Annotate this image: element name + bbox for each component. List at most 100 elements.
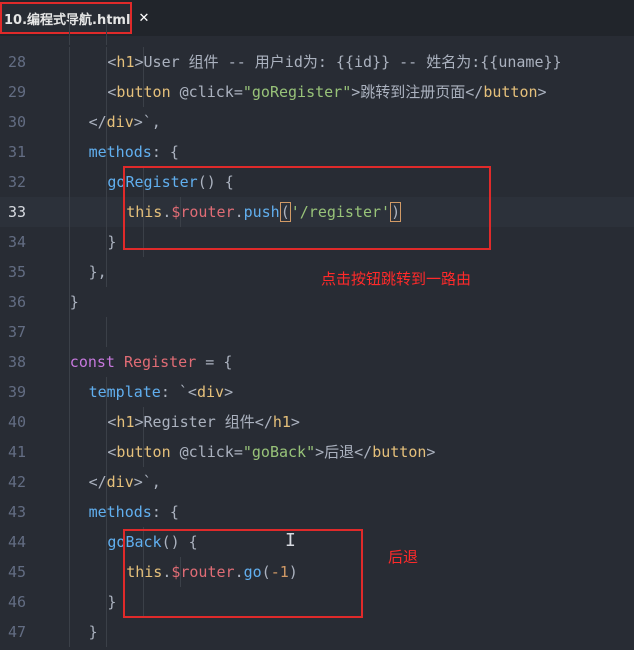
- code-token: }: [88, 623, 98, 641]
- code-token: h1: [116, 413, 135, 431]
- code-text: }: [107, 587, 116, 617]
- indent-guide: [69, 227, 70, 257]
- code-token: >User 组件 -- 用户id为: {{id}} -- 姓名为:{{uname…: [134, 53, 562, 71]
- line-number: 46: [7, 593, 26, 611]
- line-number: 34: [7, 233, 26, 251]
- code-token: button: [372, 443, 427, 461]
- indent-guide: [106, 317, 107, 347]
- code-line[interactable]: 43 methods: {: [0, 497, 634, 527]
- code-token: }: [107, 593, 117, 611]
- code-token: Register: [123, 353, 197, 371]
- code-text: methods: {: [89, 497, 179, 527]
- code-token: : `<: [160, 383, 197, 401]
- code-token: h1: [272, 413, 291, 431]
- code-token: "goRegister": [242, 83, 352, 101]
- code-token: button: [116, 443, 171, 461]
- code-token: </: [88, 473, 107, 491]
- code-line[interactable]: 47}: [0, 617, 634, 647]
- code-line-partial: [0, 15, 634, 45]
- code-line[interactable]: 39 template: `<div>: [0, 377, 634, 407]
- line-number: 45: [7, 563, 26, 581]
- indent-guide: [69, 617, 70, 647]
- line-number: 28: [7, 53, 26, 71]
- code-token: : {: [151, 143, 179, 161]
- code-token: template: [88, 383, 161, 401]
- code-token: const: [69, 353, 124, 371]
- code-token: },: [88, 263, 107, 281]
- indent-guide: [69, 587, 70, 617]
- indent-guide: [69, 317, 70, 347]
- line-number: 47: [7, 623, 26, 641]
- code-token: }: [69, 293, 79, 311]
- code-token: "goBack": [242, 443, 316, 461]
- code-line[interactable]: 31 methods: {: [0, 137, 634, 167]
- code-text: }: [89, 617, 98, 647]
- indent-guide: [106, 557, 107, 587]
- code-token: >: [426, 443, 436, 461]
- code-line[interactable]: 36}: [0, 287, 634, 317]
- indent-guide: [106, 617, 107, 647]
- indent-guide: [69, 197, 70, 227]
- code-token: </: [88, 113, 107, 131]
- code-text: <h1>Register 组件</h1>: [107, 407, 300, 437]
- code-text: </div>`,: [89, 467, 161, 497]
- code-token: >`,: [133, 473, 161, 491]
- line-number: 44: [7, 533, 26, 551]
- code-token: @click=: [170, 443, 243, 461]
- code-token: @click=: [170, 83, 243, 101]
- code-token: >后退</: [315, 443, 373, 461]
- code-text: </div>`,: [89, 107, 161, 137]
- text-cursor-icon: I: [285, 530, 296, 551]
- annotation-push-note: 点击按钮跳转到一路由: [321, 270, 472, 288]
- code-text: template: `<div>: [89, 377, 234, 407]
- code-token: >Register 组件</: [134, 413, 273, 431]
- code-text: <h1>User 组件 -- 用户id为: {{id}} -- 姓名为:{{un…: [107, 47, 561, 77]
- code-line[interactable]: 28 <h1>User 组件 -- 用户id为: {{id}} -- 姓名为:{{…: [0, 47, 634, 77]
- code-token: methods: [88, 143, 152, 161]
- indent-guide: [69, 527, 70, 557]
- indent-guide: [106, 197, 107, 227]
- indent-guide: [69, 47, 70, 77]
- highlight-box-push: [123, 166, 491, 250]
- code-token: methods: [88, 503, 152, 521]
- code-text: }: [107, 227, 116, 257]
- code-line[interactable]: 41 <button @click="goBack">后退</button>: [0, 437, 634, 467]
- line-number: 43: [7, 503, 26, 521]
- line-number: 42: [7, 473, 26, 491]
- line-number: 41: [7, 443, 26, 461]
- line-number: 30: [7, 113, 26, 131]
- line-number: 40: [7, 413, 26, 431]
- line-number: 37: [7, 323, 26, 341]
- code-line[interactable]: 38 const Register = {: [0, 347, 634, 377]
- indent-guide: [69, 257, 70, 287]
- code-line[interactable]: 30 </div>`,: [0, 107, 634, 137]
- code-line[interactable]: 37: [0, 317, 634, 347]
- code-text: },: [89, 257, 107, 287]
- code-token: }: [107, 233, 117, 251]
- annotation-back-note: 后退: [388, 548, 419, 566]
- code-text: methods: {: [89, 137, 179, 167]
- code-text: const Register = {: [70, 347, 233, 377]
- code-text: <button @click="goRegister">跳转到注册页面</but…: [107, 77, 546, 107]
- line-number: 29: [7, 83, 26, 101]
- line-number: 38: [7, 353, 26, 371]
- highlight-box-go: [123, 529, 363, 618]
- code-token: : {: [151, 503, 179, 521]
- code-token: div: [106, 113, 134, 131]
- code-line[interactable]: 42 </div>`,: [0, 467, 634, 497]
- indent-guide: [69, 557, 70, 587]
- indent-guide: [69, 497, 70, 527]
- code-token: div: [106, 473, 134, 491]
- line-number: 36: [7, 293, 26, 311]
- indent-guide: [69, 167, 70, 197]
- code-token: div: [196, 383, 225, 401]
- indent-guide: [69, 437, 70, 467]
- code-text: <button @click="goBack">后退</button>: [107, 437, 435, 467]
- code-editor[interactable]: 28 <h1>User 组件 -- 用户id为: {{id}} -- 姓名为:{{…: [0, 15, 634, 650]
- indent-guide: [69, 77, 70, 107]
- code-line[interactable]: 35},: [0, 257, 634, 287]
- code-token: >跳转到注册页面</: [351, 83, 484, 101]
- code-line[interactable]: 29 <button @click="goRegister">跳转到注册页面</b…: [0, 77, 634, 107]
- code-line[interactable]: 40 <h1>Register 组件</h1>: [0, 407, 634, 437]
- indent-guide: [69, 407, 70, 437]
